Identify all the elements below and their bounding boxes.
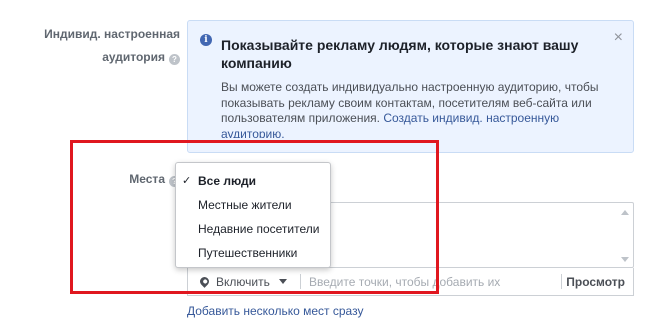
- locations-label: Места: [129, 172, 165, 186]
- info-box-title: Показывайте рекламу людям, которые знают…: [221, 37, 579, 71]
- custom-audience-info-box: i Показывайте рекламу людям, которые зна…: [187, 20, 634, 153]
- browse-button[interactable]: Просмотр: [566, 275, 625, 289]
- include-dropdown-button[interactable]: Включить: [188, 268, 310, 295]
- info-box-body: Вы можете создать индивидуально настроен…: [221, 80, 606, 138]
- location-search-input[interactable]: [309, 272, 559, 291]
- option-travelers[interactable]: Путешественники: [176, 241, 330, 265]
- divider: [300, 274, 301, 289]
- include-label: Включить: [216, 274, 270, 289]
- custom-audience-label-line1: Индивид. настроенная: [44, 27, 180, 41]
- option-everyone[interactable]: ✓ Все люди: [176, 169, 330, 193]
- option-label: Все люди: [198, 174, 257, 188]
- location-type-dropdown: ✓ Все люди Местные жители Недавние посет…: [175, 162, 331, 268]
- custom-audience-label-line2: аудитория: [102, 50, 165, 64]
- locations-label-row: Места?: [129, 172, 180, 187]
- option-locals[interactable]: Местные жители: [176, 193, 330, 217]
- question-icon[interactable]: ?: [169, 54, 180, 65]
- custom-audience-label: Индивид. настроенная: [44, 27, 180, 41]
- check-icon: ✓: [182, 175, 192, 187]
- scrollbar[interactable]: [620, 207, 630, 265]
- scroll-up-icon[interactable]: [621, 210, 629, 215]
- info-icon: i: [200, 34, 212, 46]
- option-recent-visitors[interactable]: Недавние посетители: [176, 217, 330, 241]
- scroll-down-icon[interactable]: [621, 257, 629, 262]
- chevron-down-icon: [278, 279, 287, 284]
- divider: [561, 274, 562, 289]
- location-input-bar: Включить Просмотр: [187, 268, 634, 296]
- close-icon[interactable]: ×: [614, 29, 623, 47]
- option-label: Местные жители: [198, 198, 292, 212]
- option-label: Недавние посетители: [198, 222, 320, 236]
- custom-audience-label-row2: аудитория?: [102, 50, 180, 65]
- option-label: Путешественники: [198, 246, 298, 260]
- pin-icon: [198, 275, 211, 288]
- add-multiple-locations-link[interactable]: Добавить несколько мест сразу: [187, 304, 363, 318]
